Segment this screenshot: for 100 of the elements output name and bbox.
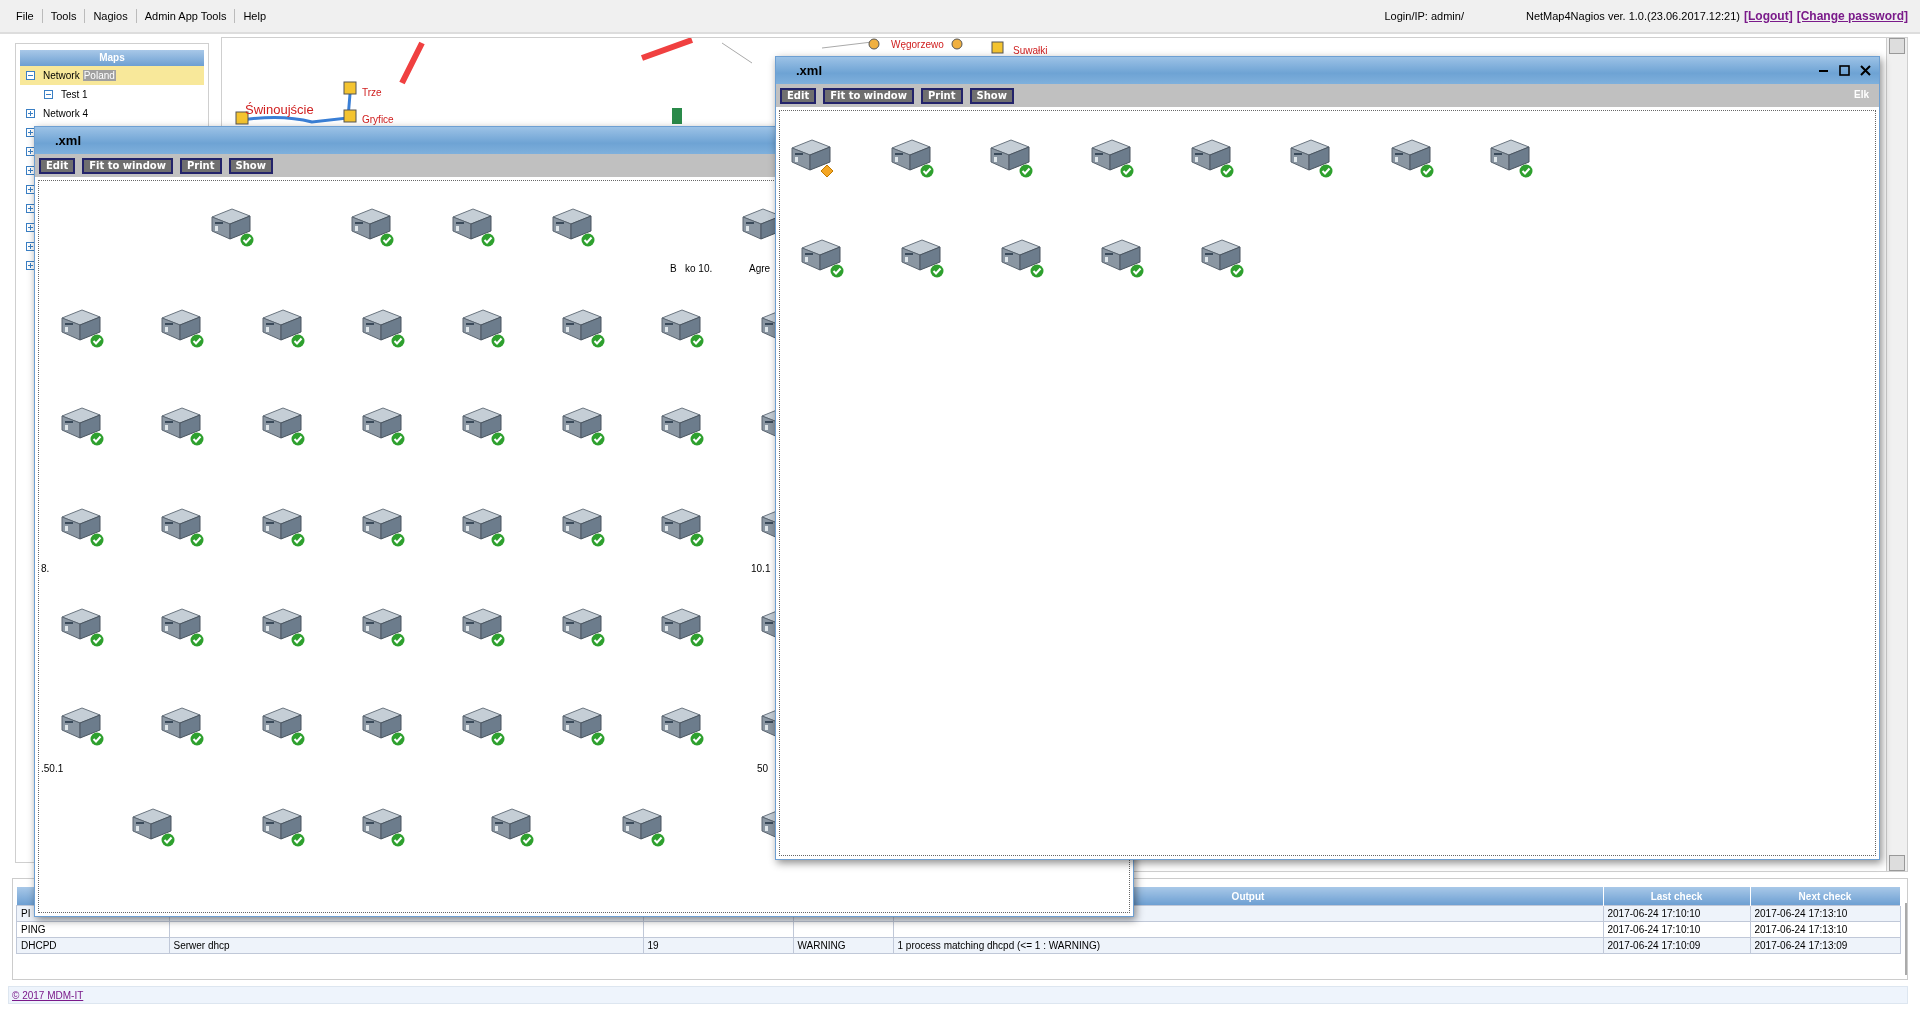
server-icon[interactable]: [261, 607, 303, 641]
expand-icon[interactable]: [26, 109, 35, 118]
server-icon[interactable]: [461, 406, 503, 440]
place-label: Trze: [362, 87, 382, 98]
server-icon[interactable]: [1090, 138, 1132, 172]
server-icon[interactable]: [561, 308, 603, 342]
server-icon[interactable]: [660, 406, 702, 440]
server-icon[interactable]: [1489, 138, 1531, 172]
server-icon[interactable]: [1390, 138, 1432, 172]
map-location-label: Elk: [1854, 89, 1869, 100]
server-icon[interactable]: [361, 308, 403, 342]
menu-item[interactable]: Tools: [42, 10, 85, 22]
server-icon[interactable]: [131, 807, 173, 841]
tree-row[interactable]: Test 1: [20, 85, 204, 104]
toolbar-button[interactable]: Print: [920, 87, 963, 104]
close-icon[interactable]: [1860, 65, 1871, 76]
server-icon[interactable]: [361, 507, 403, 541]
server-icon[interactable]: [361, 706, 403, 740]
server-icon[interactable]: [551, 207, 593, 241]
server-icon[interactable]: [1200, 238, 1242, 272]
server-icon[interactable]: [621, 807, 663, 841]
server-icon[interactable]: [561, 706, 603, 740]
server-icon[interactable]: [461, 706, 503, 740]
server-icon[interactable]: [461, 607, 503, 641]
toolbar-button[interactable]: Edit: [780, 87, 817, 104]
toolbar-button[interactable]: Fit to window: [823, 87, 914, 104]
server-icon[interactable]: [890, 138, 932, 172]
collapse-icon[interactable]: [26, 71, 35, 80]
server-icon[interactable]: [660, 308, 702, 342]
server-icon[interactable]: [660, 507, 702, 541]
server-icon[interactable]: [361, 607, 403, 641]
server-icon[interactable]: [490, 807, 532, 841]
server-icon[interactable]: [561, 507, 603, 541]
server-icon[interactable]: [261, 406, 303, 440]
place-label: Gryfice: [362, 114, 394, 125]
menu-item[interactable]: File: [8, 10, 42, 22]
server-icon[interactable]: [1190, 138, 1232, 172]
logout-link[interactable]: [Logout]: [1744, 9, 1793, 23]
server-icon[interactable]: [451, 207, 493, 241]
maximize-icon[interactable]: [1839, 65, 1850, 76]
menu-item[interactable]: Admin App Tools: [136, 10, 235, 22]
scrollbar[interactable]: [1904, 903, 1907, 975]
server-icon[interactable]: [261, 706, 303, 740]
server-icon[interactable]: [561, 607, 603, 641]
toolbar-button[interactable]: Edit: [39, 157, 76, 174]
tree-item-label[interactable]: Network 4: [43, 108, 88, 119]
server-icon[interactable]: [800, 238, 842, 272]
server-icon[interactable]: [361, 406, 403, 440]
tree-item-label[interactable]: Test 1: [61, 89, 88, 100]
tree-row[interactable]: Network Poland: [20, 66, 204, 85]
server-icon[interactable]: [1000, 238, 1042, 272]
table-cell: 2017-06-24 17:10:10: [1603, 905, 1750, 922]
server-icon[interactable]: [361, 807, 403, 841]
server-icon[interactable]: [900, 238, 942, 272]
server-icon[interactable]: [60, 507, 102, 541]
table-cell: 2017-06-24 17:13:10: [1750, 905, 1900, 922]
server-icon[interactable]: [660, 607, 702, 641]
server-icon[interactable]: [210, 207, 252, 241]
server-icon[interactable]: [160, 607, 202, 641]
change-password-link[interactable]: [Change password]: [1796, 9, 1908, 23]
server-icon[interactable]: [989, 138, 1031, 172]
server-icon[interactable]: [160, 507, 202, 541]
tree-row[interactable]: Network 4: [20, 104, 204, 123]
server-icon[interactable]: [261, 507, 303, 541]
place-label: Suwałki: [1013, 45, 1048, 56]
tree-item-label[interactable]: Network: [43, 70, 80, 81]
menu-item[interactable]: Nagios: [85, 10, 136, 22]
node-label: .50.1: [41, 763, 64, 774]
server-icon[interactable]: [461, 308, 503, 342]
window-title: .xml: [795, 63, 822, 78]
server-icon[interactable]: [60, 706, 102, 740]
node-label: B ko 10.: [670, 263, 713, 274]
server-icon[interactable]: [561, 406, 603, 440]
server-icon[interactable]: [261, 308, 303, 342]
copyright-link[interactable]: © 2017 MDM-IT: [12, 990, 84, 1001]
server-icon[interactable]: [790, 138, 832, 172]
place-label: Świnoujście: [245, 102, 314, 117]
server-icon[interactable]: [160, 308, 202, 342]
toolbar-button[interactable]: Fit to window: [82, 157, 173, 174]
server-icon[interactable]: [160, 706, 202, 740]
server-icon[interactable]: [461, 507, 503, 541]
server-icon[interactable]: [1100, 238, 1142, 272]
scrollbar[interactable]: [1886, 38, 1907, 871]
server-icon[interactable]: [60, 607, 102, 641]
toolbar-button[interactable]: Show: [228, 157, 273, 174]
server-icon[interactable]: [741, 207, 775, 241]
server-icon[interactable]: [660, 706, 702, 740]
server-icon[interactable]: [160, 406, 202, 440]
place-label: Węgorzewo: [891, 39, 944, 50]
server-icon[interactable]: [350, 207, 392, 241]
toolbar-button[interactable]: Print: [179, 157, 222, 174]
server-icon[interactable]: [60, 406, 102, 440]
collapse-icon[interactable]: [44, 90, 53, 99]
toolbar-button[interactable]: Show: [969, 87, 1014, 104]
column-header: Last check: [1603, 887, 1750, 906]
server-icon[interactable]: [261, 807, 303, 841]
server-icon[interactable]: [60, 308, 102, 342]
node-label: 10.1: [751, 563, 771, 574]
server-icon[interactable]: [1289, 138, 1331, 172]
menu-item[interactable]: Help: [235, 10, 275, 22]
